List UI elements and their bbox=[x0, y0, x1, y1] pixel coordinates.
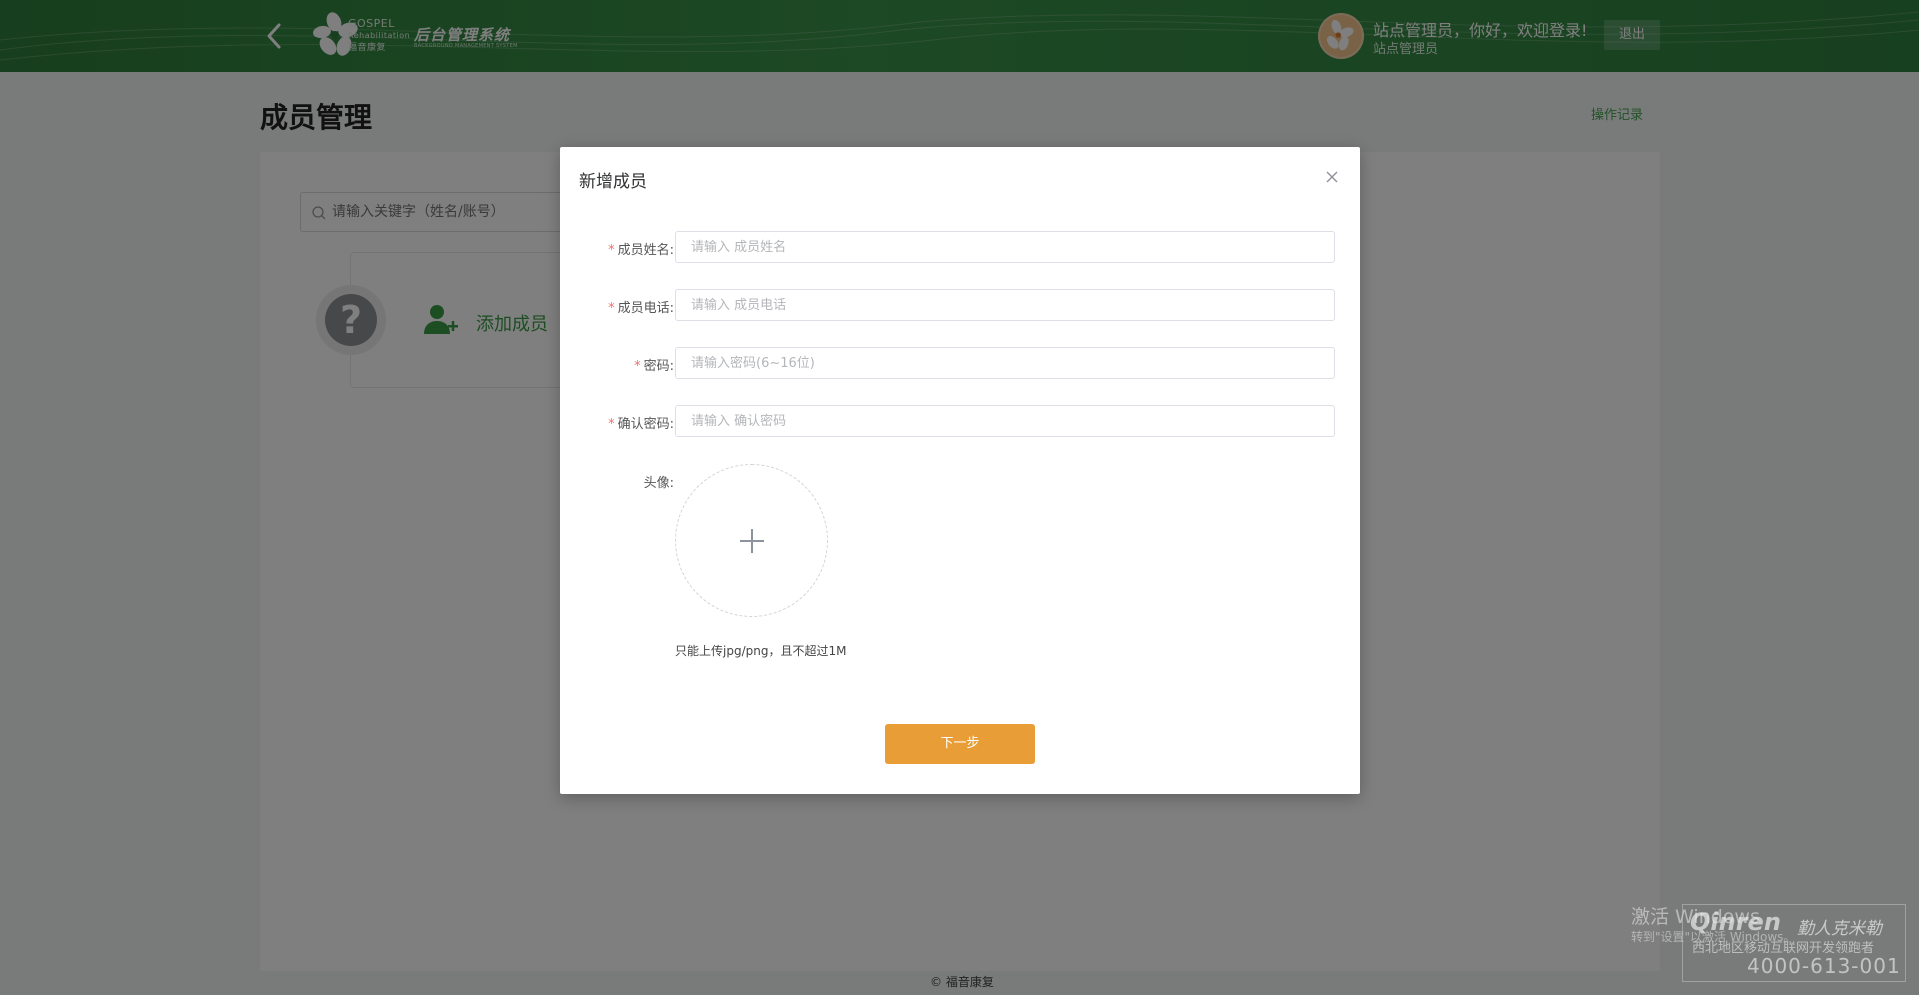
required-mark: * bbox=[608, 417, 615, 432]
avatar-uploader[interactable] bbox=[675, 464, 828, 617]
qinren-phone: 4000-613-001 bbox=[1747, 954, 1901, 978]
member-phone-input[interactable] bbox=[675, 289, 1335, 321]
confirm-password-input[interactable] bbox=[675, 405, 1335, 437]
required-mark: * bbox=[634, 359, 641, 374]
close-icon[interactable] bbox=[1324, 169, 1340, 185]
confirm-password-label: * 确认密码: bbox=[554, 413, 674, 432]
add-member-dialog: 新增成员 *成员姓名: *成员电话: *密码: *确认密码: 头像: 只能上传j… bbox=[560, 147, 1360, 794]
password-input[interactable] bbox=[675, 347, 1335, 379]
confirm-password-label-text: 确认密码: bbox=[617, 417, 674, 432]
dialog-title: 新增成员 bbox=[579, 172, 647, 192]
password-label-text: 密码: bbox=[643, 359, 674, 374]
password-label: * 密码: bbox=[554, 355, 674, 374]
form-row-confirm-password: * 确认密码: bbox=[560, 405, 1360, 439]
name-label: * 成员姓名: bbox=[554, 239, 674, 258]
form-row-password: * 密码: bbox=[560, 347, 1360, 381]
form-row-phone: * 成员电话: bbox=[560, 289, 1360, 323]
member-name-input[interactable] bbox=[675, 231, 1335, 263]
form-row-name: * 成员姓名: bbox=[560, 231, 1360, 265]
phone-label-text: 成员电话: bbox=[617, 301, 674, 316]
avatar-label: 头像: bbox=[643, 476, 674, 491]
upload-tip: 只能上传jpg/png，且不超过1M bbox=[675, 644, 847, 658]
name-label-text: 成员姓名: bbox=[617, 243, 674, 258]
phone-label: * 成员电话: bbox=[554, 297, 674, 316]
qinren-brand: Qinren bbox=[1690, 908, 1781, 936]
required-mark: * bbox=[608, 243, 615, 258]
next-step-button[interactable]: 下一步 bbox=[885, 724, 1035, 764]
required-mark: * bbox=[608, 301, 615, 316]
qinren-brand-cn: 勤人克米勒 bbox=[1797, 919, 1882, 939]
plus-icon-vertical bbox=[751, 529, 753, 553]
